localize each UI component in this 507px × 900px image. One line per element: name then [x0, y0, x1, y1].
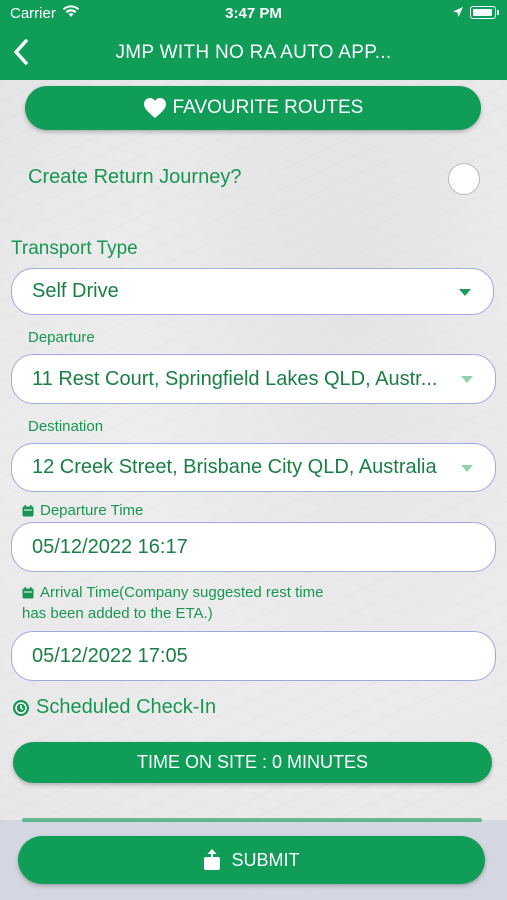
departure-time-label: Departure Time	[40, 502, 144, 519]
return-journey-label: Create Return Journey?	[28, 166, 242, 188]
departure-select[interactable]: 11 Rest Court, Springfield Lakes QLD, Au…	[11, 354, 496, 404]
scheduled-checkin-label: Scheduled Check-In	[36, 696, 217, 718]
departure-time-label-row: Departure Time	[22, 502, 143, 519]
time-on-site-button[interactable]: TIME ON SITE : 0 MINUTES	[13, 742, 492, 783]
dropdown-caret-icon	[461, 464, 473, 472]
submit-button[interactable]: SUBMIT	[18, 836, 485, 884]
back-button[interactable]	[10, 36, 34, 68]
arrival-time-field[interactable]: 05/12/2022 17:05	[11, 631, 496, 681]
battery-icon	[470, 6, 499, 19]
location-arrow-icon	[452, 5, 464, 22]
arrival-time-label-row: Arrival Time(Company suggested rest time…	[22, 582, 323, 624]
status-bar: Carrier 3:47 PM	[0, 0, 507, 26]
return-journey-toggle[interactable]	[448, 163, 480, 195]
time-on-site-label: TIME ON SITE : 0 MINUTES	[136, 752, 369, 772]
departure-time-field[interactable]: 05/12/2022 16:17	[11, 522, 496, 572]
clock-icon	[13, 699, 29, 716]
arrival-time-label-line2: has been added to the ETA.)	[22, 605, 213, 622]
submit-label: SUBMIT	[231, 849, 300, 870]
page-title: JMP WITH NO RA AUTO APP...	[115, 42, 392, 63]
chevron-left-icon	[14, 39, 28, 65]
share-icon	[204, 849, 221, 870]
favourite-routes-label: FAVOURITE ROUTES	[172, 97, 364, 118]
arrival-time-label-line1: Arrival Time(Company suggested rest time	[40, 584, 324, 601]
arrival-time-value: 05/12/2022 17:05	[32, 644, 188, 667]
scroll-hint-bar	[22, 818, 482, 822]
clock-time: 3:47 PM	[225, 5, 282, 22]
destination-label: Destination	[28, 418, 104, 435]
transport-type-select[interactable]: Self Drive	[11, 268, 494, 315]
departure-value: 11 Rest Court, Springfield Lakes QLD, Au…	[32, 367, 438, 390]
dropdown-caret-icon	[459, 288, 471, 296]
dropdown-caret-icon	[461, 376, 473, 383]
navigation-bar: JMP WITH NO RA AUTO APP...	[0, 26, 507, 80]
favourite-routes-button[interactable]: FAVOURITE ROUTES	[25, 86, 481, 130]
transport-type-value: Self Drive	[32, 280, 119, 302]
transport-type-label: Transport Type	[11, 238, 138, 259]
heart-icon	[143, 98, 166, 118]
destination-select[interactable]: 12 Creek Street, Brisbane City QLD, Aust…	[11, 443, 496, 492]
calendar-icon	[22, 586, 34, 598]
scheduled-checkin-row[interactable]: Scheduled Check-In	[12, 696, 216, 719]
calendar-icon	[22, 504, 34, 516]
destination-value: 12 Creek Street, Brisbane City QLD, Aust…	[32, 456, 437, 478]
form-content: FAVOURITE ROUTES Create Return Journey? …	[0, 80, 507, 820]
departure-label: Departure	[28, 329, 95, 346]
departure-time-value: 05/12/2022 16:17	[32, 535, 188, 558]
